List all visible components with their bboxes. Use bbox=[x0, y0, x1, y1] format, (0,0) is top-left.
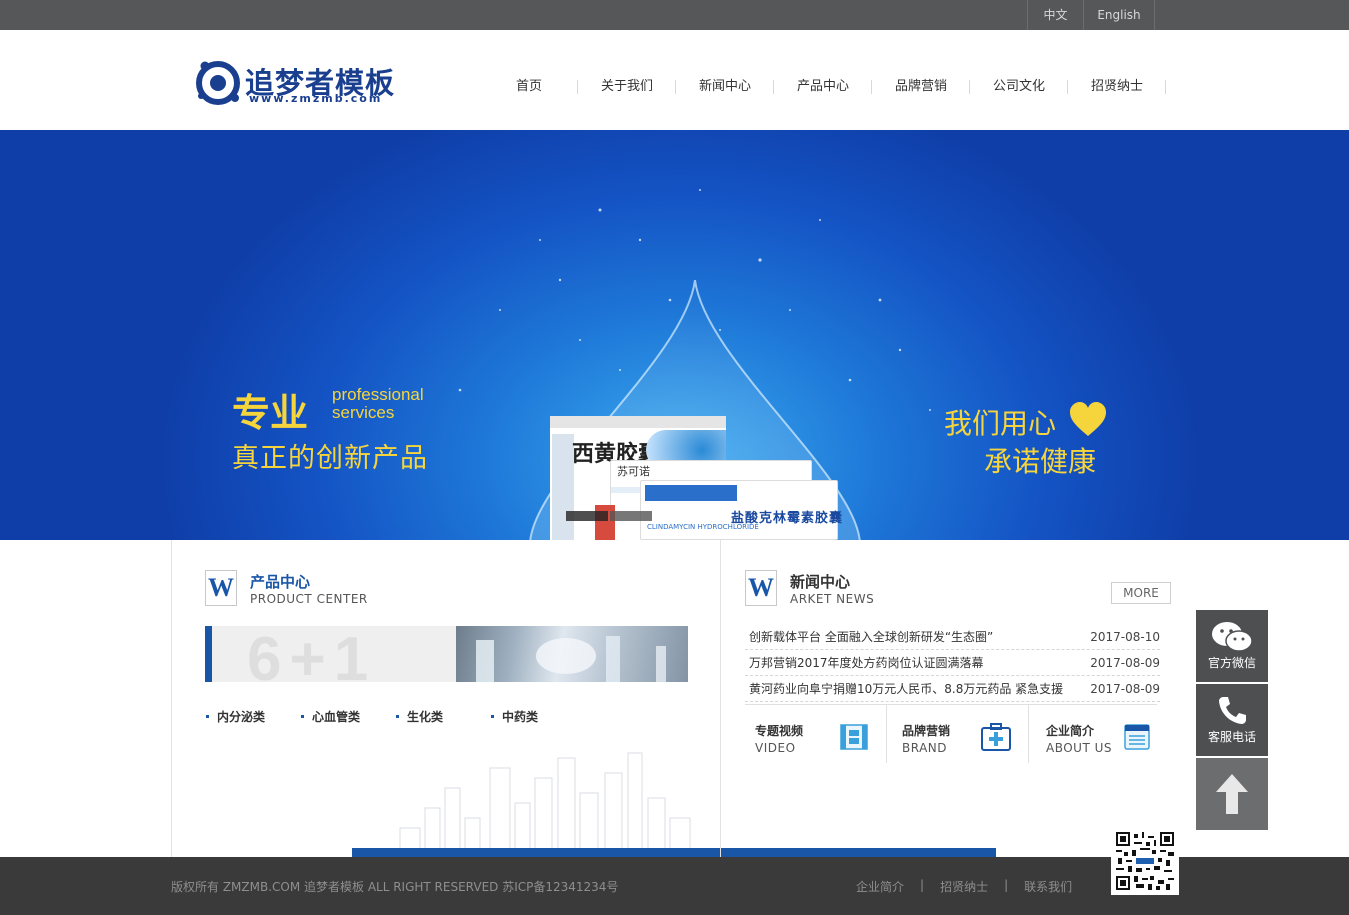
wechat-icon bbox=[1212, 622, 1253, 652]
phone-icon bbox=[1219, 697, 1246, 724]
lab-photo bbox=[456, 626, 688, 682]
quick-link-video-label: 专题视频 bbox=[755, 724, 804, 738]
category-endocrine[interactable]: 内分泌类 bbox=[205, 708, 265, 725]
quick-link-brand-en: BRAND bbox=[902, 741, 948, 755]
category-biochemical[interactable]: 生化类 bbox=[395, 708, 443, 725]
arrow-up-icon bbox=[1216, 774, 1248, 814]
quick-link-video-en: VIDEO bbox=[755, 741, 796, 755]
decorative-strip-right bbox=[721, 848, 996, 857]
banner-slogan-en-2: services bbox=[332, 403, 395, 422]
banner-slogan-en: professional services bbox=[332, 386, 424, 422]
news-item[interactable]: 黄河药业向阜宁捐赠10万元人民币、8.8万元药品 紧急支援 2017-08-09 bbox=[745, 676, 1160, 702]
back-to-top-button[interactable] bbox=[1196, 758, 1268, 830]
category-cardiovascular[interactable]: 心血管类 bbox=[300, 708, 360, 725]
banner-right-line1: 我们用心 bbox=[944, 407, 1057, 440]
product-banner-number: 6+1 bbox=[247, 626, 377, 682]
product-banner-image[interactable]: 6+1 bbox=[205, 626, 688, 682]
slider-dot-2[interactable] bbox=[610, 511, 652, 521]
banner-right-line2: 承诺健康 bbox=[984, 445, 1097, 478]
banner-left-slogan: 专业 professional services 真正的创新产品 bbox=[232, 382, 427, 475]
document-icon bbox=[1124, 724, 1150, 750]
product-section-subtitle: PRODUCT CENTER bbox=[250, 592, 368, 606]
news-section-title[interactable]: 新闻中心 bbox=[790, 571, 850, 592]
banner-right-slogan: 我们用心 承诺健康 bbox=[944, 402, 1106, 478]
news-item[interactable]: 万邦营销2017年度处方药岗位认证圆满落幕 2017-08-09 bbox=[745, 650, 1160, 676]
film-icon bbox=[840, 724, 868, 750]
heart-icon bbox=[1070, 402, 1106, 436]
decorative-strip-left bbox=[352, 848, 720, 857]
footer-links: 企业简介 | 招贤纳士 | 联系我们 bbox=[856, 878, 1072, 895]
medicine-box-3-en: CLINDAMYCIN HYDROCHLORIDE bbox=[647, 523, 759, 531]
news-item-title[interactable]: 万邦营销2017年度处方药岗位认证圆满落幕 bbox=[749, 650, 984, 676]
quick-link-brand[interactable]: 品牌营销 BRAND bbox=[887, 705, 1028, 763]
nav-item-about[interactable]: 关于我们 bbox=[578, 77, 676, 97]
news-item-title[interactable]: 创新载体平台 全面融入全球创新研发“生态圈” bbox=[749, 624, 993, 650]
quick-link-about[interactable]: 企业简介 ABOUT US bbox=[1029, 705, 1157, 763]
banner-slogan-en-1: professional bbox=[332, 385, 424, 404]
side-phone-button[interactable]: 客服电话 bbox=[1196, 684, 1268, 756]
nav-item-news[interactable]: 新闻中心 bbox=[676, 77, 774, 97]
footer-separator: | bbox=[920, 878, 925, 892]
product-section-w-icon: W bbox=[205, 570, 237, 606]
footer-link-jobs[interactable]: 招贤纳士 bbox=[940, 878, 988, 895]
city-skyline-decoration bbox=[399, 752, 691, 858]
footer-copyright: 版权所有 ZMZMB.COM 追梦者模板 ALL RIGHT RESERVED … bbox=[171, 880, 619, 894]
medicine-box-3: 盐酸克林霉素胶囊 CLINDAMYCIN HYDROCHLORIDE bbox=[640, 480, 842, 540]
banner-slogan-big: 专业 bbox=[232, 391, 309, 435]
lang-en-link[interactable]: English bbox=[1083, 0, 1155, 30]
lang-zh-link[interactable]: 中文 bbox=[1027, 0, 1083, 30]
column-border-left bbox=[171, 540, 172, 857]
nav-item-jobs[interactable]: 招贤纳士 bbox=[1068, 77, 1166, 97]
product-banner-accent bbox=[205, 626, 212, 682]
news-item[interactable]: 创新载体平台 全面融入全球创新研发“生态圈” 2017-08-10 bbox=[745, 624, 1160, 650]
footer-link-about[interactable]: 企业简介 bbox=[856, 878, 904, 895]
hero-banner[interactable]: 专业 professional services 真正的创新产品 我们用心 承诺… bbox=[0, 130, 1349, 540]
slider-dot-1[interactable] bbox=[566, 511, 608, 521]
news-more-button[interactable]: MORE bbox=[1111, 582, 1171, 604]
qr-code bbox=[1111, 827, 1179, 895]
news-item-title[interactable]: 黄河药业向阜宁捐赠10万元人民币、8.8万元药品 紧急支援 bbox=[749, 676, 1063, 702]
logo[interactable]: 追梦者模板 www.zmzmb.com bbox=[193, 56, 423, 112]
quick-link-about-en: ABOUT US bbox=[1046, 741, 1113, 755]
nav-item-brand[interactable]: 品牌营销 bbox=[872, 77, 970, 97]
header: 追梦者模板 www.zmzmb.com 首页 关于我们 新闻中心 产品中心 品牌… bbox=[0, 30, 1349, 130]
news-item-date: 2017-08-09 bbox=[1090, 682, 1160, 696]
footer-link-contact[interactable]: 联系我们 bbox=[1024, 878, 1072, 895]
banner-slogan-line2: 真正的创新产品 bbox=[232, 443, 428, 474]
quick-link-video[interactable]: 专题视频 VIDEO bbox=[745, 705, 886, 763]
news-section-w-icon: W bbox=[745, 570, 777, 606]
quick-link-about-label: 企业简介 bbox=[1046, 724, 1095, 738]
medical-kit-icon bbox=[981, 723, 1011, 751]
main-nav: 首页 关于我们 新闻中心 产品中心 品牌营销 公司文化 招贤纳士 bbox=[480, 77, 1166, 97]
news-item-date: 2017-08-09 bbox=[1090, 656, 1160, 670]
side-wechat-label: 官方微信 bbox=[1207, 656, 1256, 670]
news-section-subtitle: ARKET NEWS bbox=[790, 592, 875, 606]
qr-code-icon bbox=[1116, 832, 1174, 890]
category-chinese-medicine[interactable]: 中药类 bbox=[490, 708, 538, 725]
quick-link-brand-label: 品牌营销 bbox=[902, 724, 951, 738]
nav-item-products[interactable]: 产品中心 bbox=[774, 77, 872, 97]
banner-slider-dots bbox=[566, 511, 652, 521]
logo-subtitle: www.zmzmb.com bbox=[249, 92, 383, 105]
footer-separator: | bbox=[1004, 878, 1009, 892]
side-phone-label: 客服电话 bbox=[1207, 730, 1256, 744]
quick-links: 专题视频 VIDEO 品牌营销 BRAND 企业简介 ABOUT US bbox=[745, 704, 1157, 763]
news-item-date: 2017-08-10 bbox=[1090, 630, 1160, 644]
medicine-box-2-name: 苏可诺 bbox=[617, 465, 650, 478]
top-bar: 中文 English bbox=[0, 0, 1349, 30]
product-section-title[interactable]: 产品中心 bbox=[250, 571, 310, 592]
nav-item-home[interactable]: 首页 bbox=[480, 77, 578, 97]
nav-item-culture[interactable]: 公司文化 bbox=[970, 77, 1068, 97]
side-wechat-button[interactable]: 官方微信 bbox=[1196, 610, 1268, 682]
logo-mark-icon bbox=[196, 61, 240, 105]
